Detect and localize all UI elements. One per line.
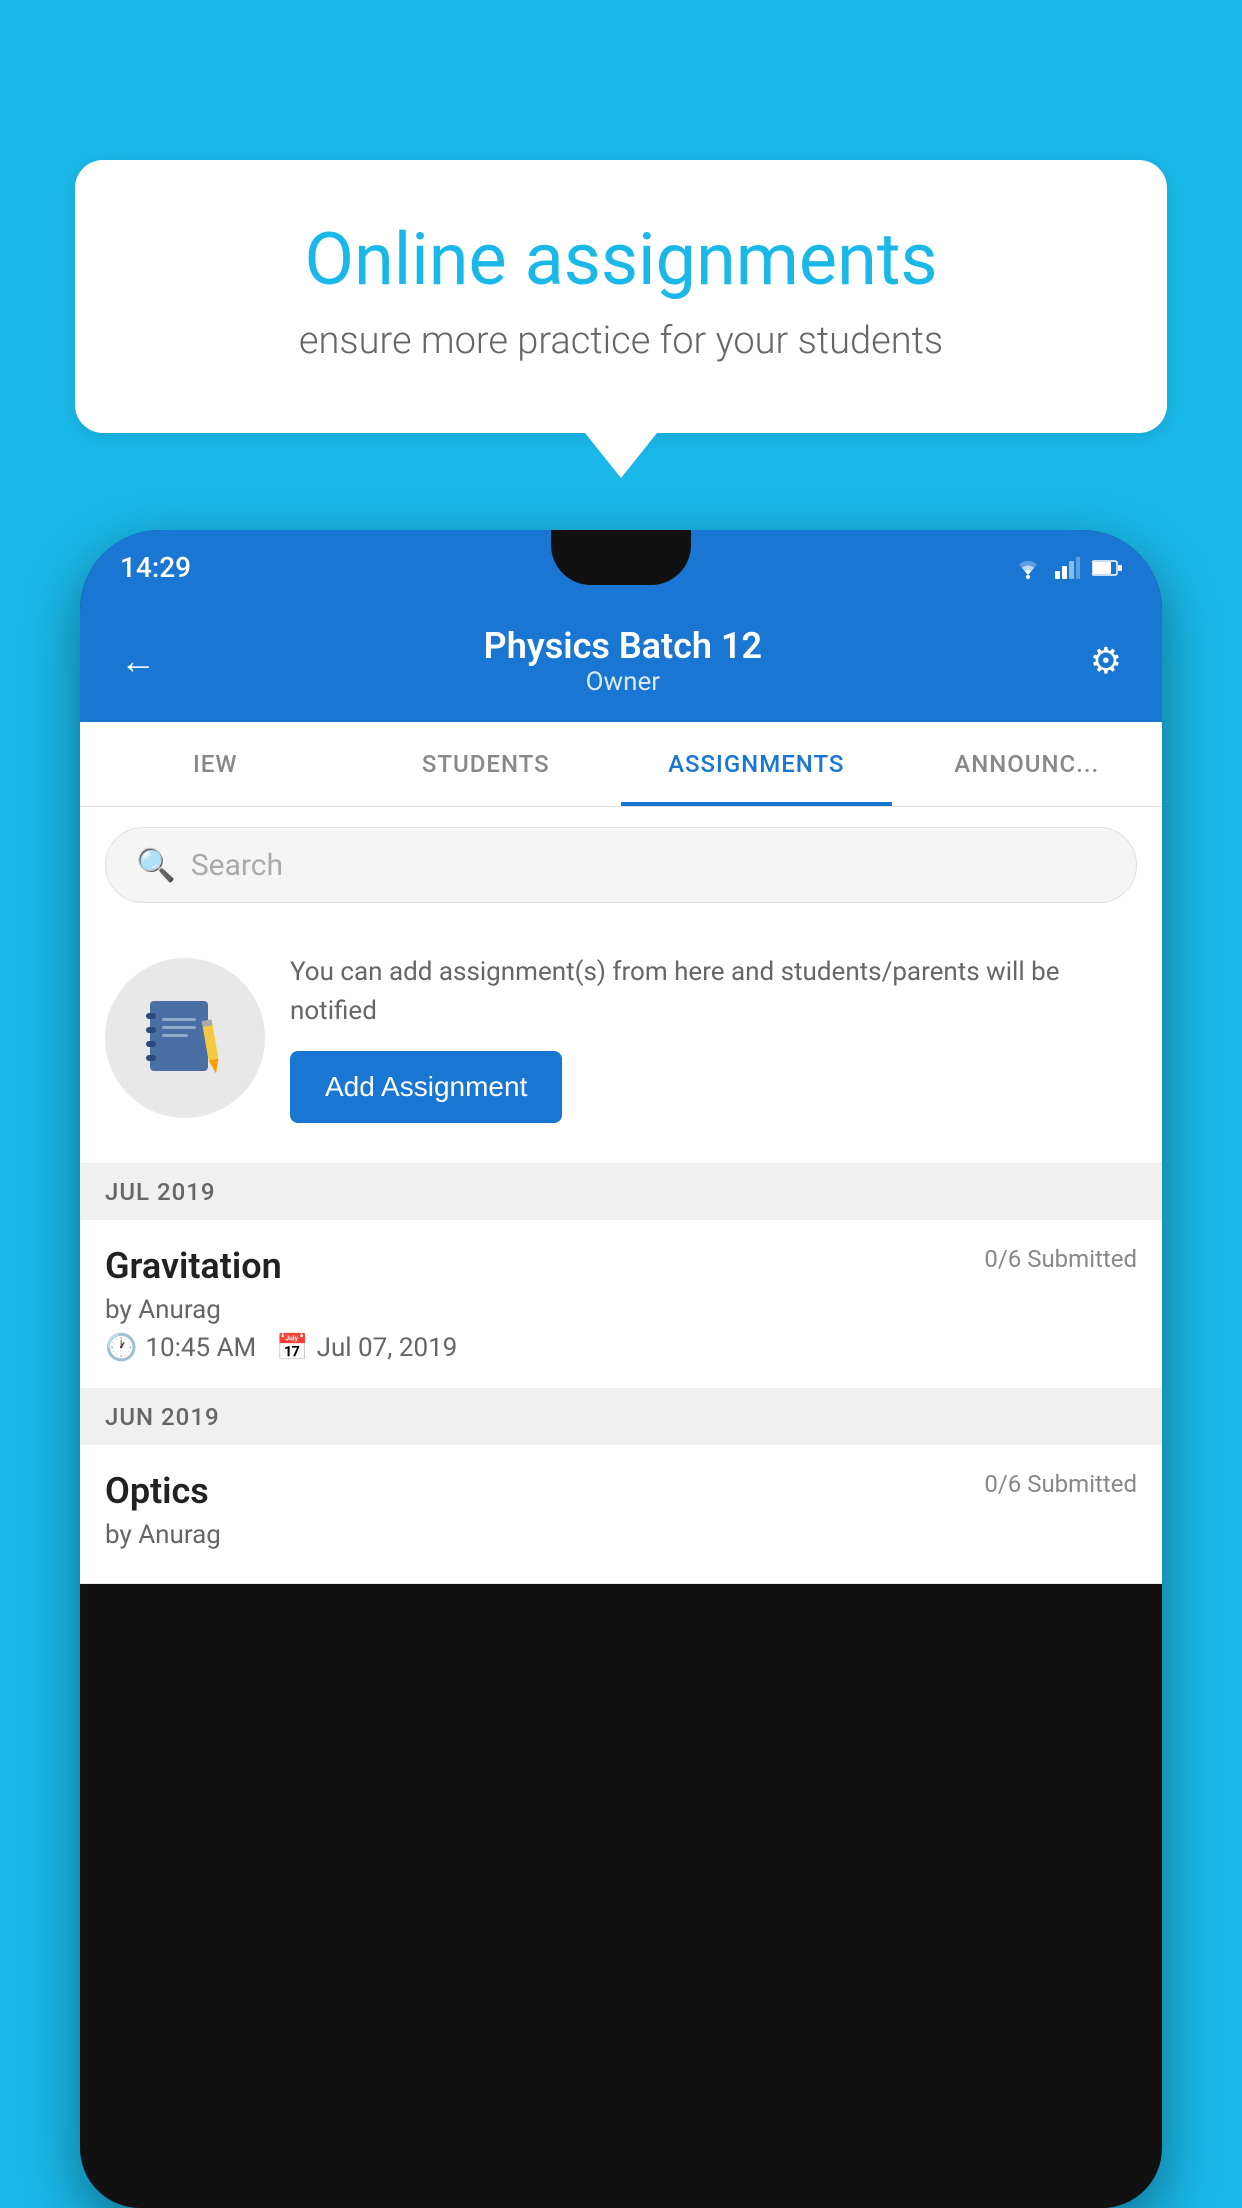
date-value: Jul 07, 2019: [317, 1333, 458, 1363]
assignment-time: 🕐 10:45 AM: [105, 1333, 256, 1363]
assignment-submitted-optics: 0/6 Submitted: [984, 1470, 1137, 1498]
tab-iew[interactable]: IEW: [80, 722, 351, 806]
header-center: Physics Batch 12 Owner: [156, 625, 1090, 697]
assignment-title-optics: Optics: [105, 1470, 209, 1512]
phone-notch: [551, 530, 691, 585]
add-assignment-button[interactable]: Add Assignment: [290, 1051, 562, 1123]
tabs-bar: IEW STUDENTS ASSIGNMENTS ANNOUNC...: [80, 722, 1162, 807]
assignment-item-gravitation[interactable]: Gravitation 0/6 Submitted by Anurag 🕐 10…: [80, 1220, 1162, 1389]
assignment-top-row: Gravitation 0/6 Submitted: [105, 1245, 1137, 1287]
month-header-jul: JUL 2019: [80, 1164, 1162, 1220]
clock-icon: 🕐: [105, 1333, 137, 1363]
empty-state-description: You can add assignment(s) from here and …: [290, 953, 1137, 1031]
search-placeholder: Search: [191, 848, 283, 883]
time-value: 10:45 AM: [145, 1333, 256, 1363]
header-title: Physics Batch 12: [156, 625, 1090, 667]
tab-students[interactable]: STUDENTS: [351, 722, 622, 806]
month-header-jun: JUN 2019: [80, 1389, 1162, 1445]
speech-bubble: Online assignments ensure more practice …: [75, 160, 1167, 433]
speech-bubble-title: Online assignments: [145, 220, 1097, 299]
assignment-top-row-optics: Optics 0/6 Submitted: [105, 1470, 1137, 1512]
phone-frame: 14:29 ←: [80, 530, 1162, 2208]
assignment-title: Gravitation: [105, 1245, 282, 1287]
settings-button[interactable]: ⚙: [1090, 640, 1122, 682]
month-label-jul: JUL 2019: [105, 1178, 216, 1206]
assignment-item-optics[interactable]: Optics 0/6 Submitted by Anurag: [80, 1445, 1162, 1584]
search-bar-container: 🔍 Search: [80, 807, 1162, 923]
wifi-icon: [1013, 557, 1043, 579]
header-subtitle: Owner: [156, 667, 1090, 697]
battery-icon: [1092, 560, 1122, 576]
back-button[interactable]: ←: [120, 640, 156, 682]
assignment-meta: 🕐 10:45 AM 📅 Jul 07, 2019: [105, 1333, 1137, 1363]
assignment-by-optics: by Anurag: [105, 1520, 1137, 1550]
tab-assignments[interactable]: ASSIGNMENTS: [621, 722, 892, 806]
search-bar[interactable]: 🔍 Search: [105, 827, 1137, 903]
month-label-jun: JUN 2019: [105, 1403, 220, 1431]
speech-bubble-subtitle: ensure more practice for your students: [145, 319, 1097, 363]
empty-state-block: You can add assignment(s) from here and …: [80, 923, 1162, 1164]
assignment-date: 📅 Jul 07, 2019: [276, 1333, 457, 1363]
tab-announcements[interactable]: ANNOUNC...: [892, 722, 1163, 806]
assignment-submitted: 0/6 Submitted: [984, 1245, 1137, 1273]
assignment-icon-circle: [105, 958, 265, 1118]
search-icon: 🔍: [136, 846, 176, 884]
assignment-by: by Anurag: [105, 1295, 1137, 1325]
app-header: ← Physics Batch 12 Owner ⚙: [80, 605, 1162, 722]
notebook-icon: [140, 993, 230, 1083]
speech-bubble-container: Online assignments ensure more practice …: [75, 160, 1167, 433]
status-bar: 14:29: [80, 530, 1162, 605]
empty-state-right: You can add assignment(s) from here and …: [290, 953, 1137, 1123]
signal-icon: [1055, 557, 1080, 579]
calendar-icon: 📅: [276, 1333, 308, 1363]
phone-content: 🔍 Search: [80, 807, 1162, 1584]
status-icons: [1013, 557, 1122, 579]
status-time: 14:29: [120, 551, 191, 584]
